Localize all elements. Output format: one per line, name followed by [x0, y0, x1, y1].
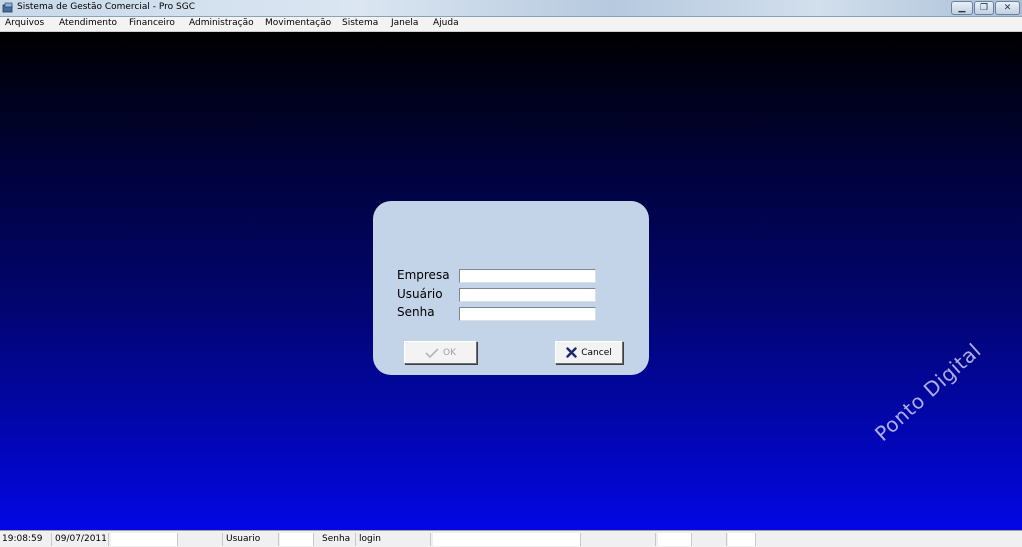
status-empty-4	[582, 533, 656, 546]
menu-atendimento[interactable]: Atendimento	[59, 18, 117, 28]
check-icon	[425, 347, 439, 358]
close-icon: ✕	[1003, 3, 1012, 13]
restore-button[interactable]: ❐	[974, 1, 994, 15]
status-empty-1	[111, 533, 178, 546]
usuario-input[interactable]	[459, 288, 596, 302]
cancel-button[interactable]: Cancel	[555, 341, 623, 364]
status-user-label: Usuario	[224, 533, 279, 546]
senha-input[interactable]	[459, 307, 596, 321]
empresa-input[interactable]	[459, 269, 596, 283]
menu-bar: Arquivos Atendimento Financeiro Administ…	[0, 17, 1022, 32]
menu-administracao[interactable]: Administração	[189, 18, 254, 28]
menu-ajuda[interactable]: Ajuda	[433, 18, 459, 28]
status-empty-5	[658, 533, 692, 546]
title-bar: Sistema de Gestão Comercial - Pro SGC ▁ …	[0, 0, 1022, 17]
menu-janela[interactable]: Janela	[391, 18, 418, 28]
ok-label: OK	[443, 347, 456, 358]
status-senha-label: Senha	[320, 533, 356, 546]
menu-sistema[interactable]: Sistema	[342, 18, 378, 28]
menu-arquivos[interactable]: Arquivos	[5, 18, 44, 28]
x-icon	[566, 347, 577, 358]
senha-label: Senha	[397, 305, 435, 319]
status-time: 19:08:59	[0, 533, 52, 546]
ok-button[interactable]: OK	[404, 341, 477, 364]
status-date: 09/07/2011	[53, 533, 109, 546]
status-empty-8	[757, 533, 1020, 546]
app-icon	[2, 2, 13, 13]
minimize-button[interactable]: ▁	[951, 1, 973, 15]
cancel-label: Cancel	[581, 347, 612, 358]
minimize-icon: ▁	[958, 3, 966, 13]
empresa-label: Empresa	[397, 268, 450, 282]
status-user-value	[280, 533, 314, 546]
status-empty-3	[433, 533, 581, 546]
status-empty-2	[179, 533, 223, 546]
usuario-label: Usuário	[397, 287, 443, 301]
status-empty-6	[693, 533, 727, 546]
menu-financeiro[interactable]: Financeiro	[129, 18, 175, 28]
window-title: Sistema de Gestão Comercial - Pro SGC	[17, 2, 195, 12]
status-login-value: login	[357, 533, 431, 546]
status-empty-7	[728, 533, 756, 546]
close-button[interactable]: ✕	[995, 1, 1020, 15]
menu-movimentacao[interactable]: Movimentação	[265, 18, 331, 28]
login-dialog: Empresa Usuário Senha OK Cancel	[373, 201, 649, 375]
status-bar: 19:08:59 09/07/2011 Usuario Senha login	[0, 530, 1022, 547]
restore-icon: ❐	[979, 3, 989, 13]
